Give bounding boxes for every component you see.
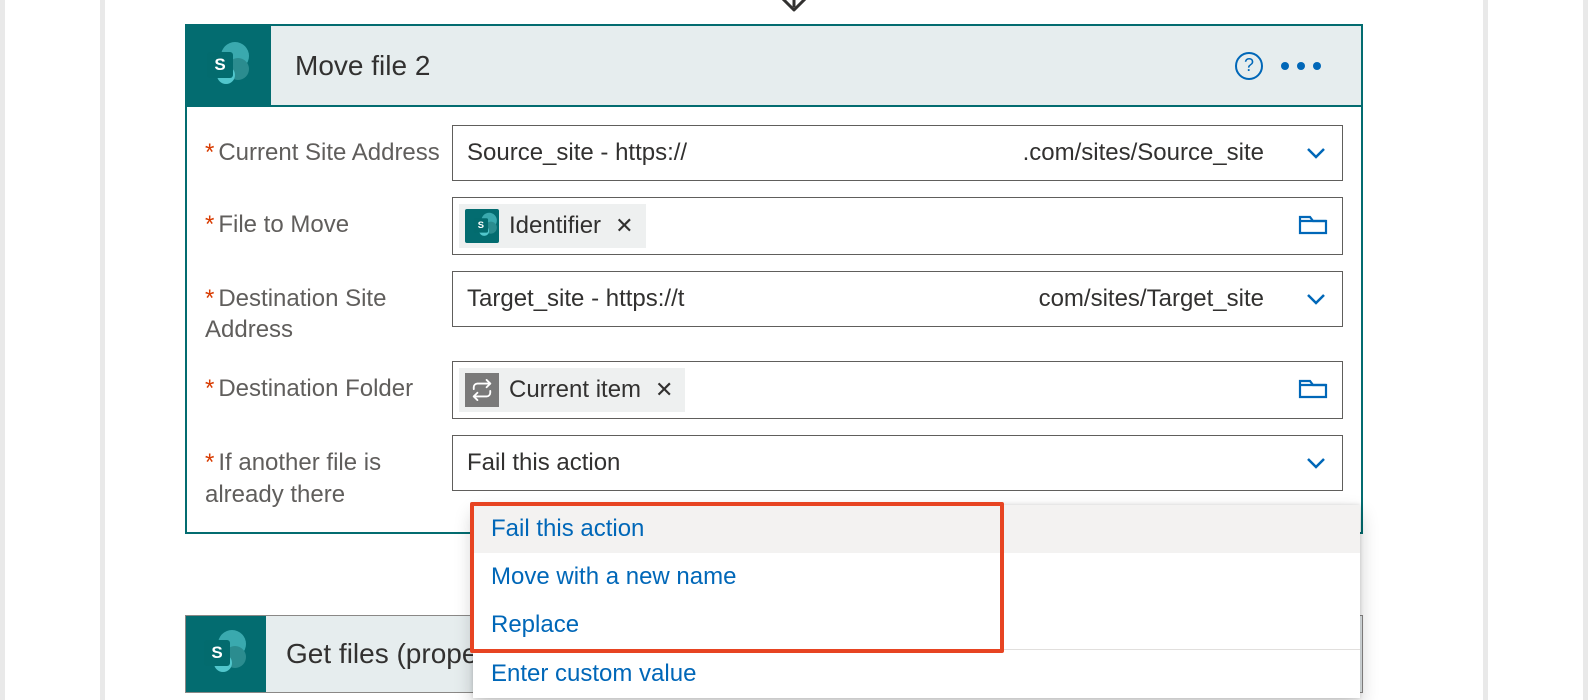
sharepoint-icon: S [186,616,266,692]
current-site-select[interactable]: Source_site - https:// .com/sites/Source… [452,125,1343,181]
dropdown-option[interactable]: Fail this action [473,505,1360,553]
field-label: *If another file is already there [205,435,452,509]
token-remove-icon[interactable]: ✕ [615,213,633,239]
field-row-file-to-move: *File to Move S Identifier ✕ [205,197,1343,255]
token-remove-icon[interactable]: ✕ [655,377,673,403]
conflict-select[interactable]: Fail this action [452,435,1343,491]
chevron-down-icon[interactable] [1304,141,1328,165]
dropdown-custom-value[interactable]: Enter custom value [473,650,1360,698]
dropdown-option[interactable]: Move with a new name [473,553,1360,601]
card-header[interactable]: S Move file 2 ? [187,26,1361,107]
dynamic-token-identifier[interactable]: S Identifier ✕ [459,204,646,248]
file-to-move-input[interactable]: S Identifier ✕ [452,197,1343,255]
field-row-current-site: *Current Site Address Source_site - http… [205,125,1343,181]
folder-picker-icon[interactable] [1298,211,1328,242]
field-label: *Destination Folder [205,361,452,404]
field-label: *File to Move [205,197,452,240]
sharepoint-icon: S [465,209,499,243]
card-title: Get files (prope [286,638,477,670]
select-value-part: .com/sites/Source_site [1023,139,1264,167]
dynamic-token-current-item[interactable]: Current item ✕ [459,368,685,412]
chevron-down-icon[interactable] [1304,287,1328,311]
field-row-conflict: *If another file is already there Fail t… [205,435,1343,509]
field-row-destination-site: *Destination Site Address Target_site - … [205,271,1343,345]
select-value-part: Target_site - https://t [467,285,684,313]
chevron-down-icon[interactable] [1304,451,1328,475]
field-label: *Current Site Address [205,125,452,168]
token-label: Current item [509,376,641,404]
flow-arrow-down-icon [774,0,814,18]
help-icon[interactable]: ? [1235,52,1263,80]
token-label: Identifier [509,212,601,240]
folder-picker-icon[interactable] [1298,375,1328,406]
loop-icon [465,373,499,407]
select-value: Fail this action [467,449,620,477]
action-card-move-file: S Move file 2 ? *Current Site Address So… [185,24,1363,534]
dropdown-option[interactable]: Replace [473,601,1360,649]
select-value-part: com/sites/Target_site [1039,285,1264,313]
conflict-dropdown: Fail this action Move with a new name Re… [473,505,1360,698]
destination-site-select[interactable]: Target_site - https://t com/sites/Target… [452,271,1343,327]
field-row-destination-folder: *Destination Folder Current item ✕ [205,361,1343,419]
sharepoint-icon: S [187,25,271,106]
card-title: Move file 2 [295,50,1235,82]
ellipsis-menu-icon[interactable] [1281,62,1321,70]
field-label: *Destination Site Address [205,271,452,345]
select-value-part: Source_site - https:// [467,139,687,167]
destination-folder-input[interactable]: Current item ✕ [452,361,1343,419]
